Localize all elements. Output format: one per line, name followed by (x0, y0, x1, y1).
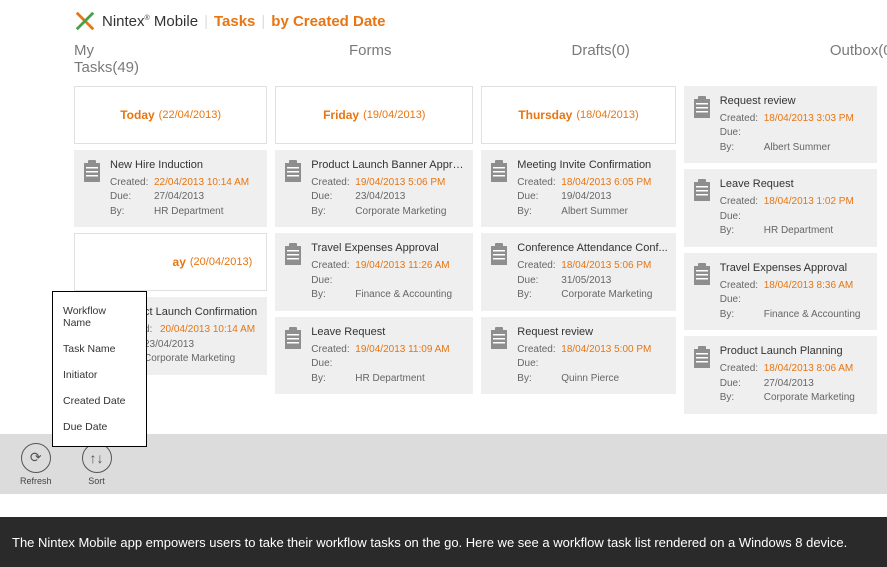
sort-button[interactable]: ↑↓ Sort (82, 443, 112, 486)
sort-option-task-name[interactable]: Task Name (53, 336, 146, 362)
breadcrumb-divider: | (204, 13, 208, 30)
task-title: New Hire Induction (110, 158, 259, 174)
task-column: Friday(19/04/2013) Product Launch Banner… (275, 86, 473, 414)
task-card[interactable]: Request review Created:18/04/2013 3:03 P… (684, 86, 877, 163)
caption-text: The Nintex Mobile app empowers users to … (12, 535, 847, 550)
tab-strip: My Tasks(49) Forms Drafts(0) Outbox(0) (0, 40, 887, 86)
header-bar: Nintex® Mobile | Tasks | by Created Date (0, 0, 887, 40)
task-title: Leave Request (311, 325, 465, 341)
task-card[interactable]: Request review Created:18/04/2013 5:00 P… (481, 317, 675, 394)
task-title: Request review (720, 94, 869, 110)
refresh-icon: ⟳ (21, 443, 51, 473)
task-title: Conference Attendance Conf... (517, 241, 667, 257)
breadcrumb-tasks[interactable]: Tasks (214, 13, 255, 30)
tab-my-tasks[interactable]: My Tasks(49) (74, 42, 139, 76)
nintex-logo-icon (74, 10, 96, 32)
day-header: Thursday(18/04/2013) (481, 86, 675, 144)
task-card[interactable]: Meeting Invite Confirmation Created:18/0… (481, 150, 675, 227)
clipboard-icon (690, 261, 714, 322)
day-header: ay(20/04/2013) (74, 233, 267, 291)
task-title: Leave Request (720, 177, 869, 193)
tab-forms[interactable]: Forms (349, 42, 392, 76)
task-title: Travel Expenses Approval (311, 241, 465, 257)
task-card[interactable]: New Hire Induction Created:22/04/2013 10… (74, 150, 267, 227)
clipboard-icon (80, 158, 104, 219)
sort-option-created-date[interactable]: Created Date (53, 388, 146, 414)
clipboard-icon (487, 241, 511, 302)
clipboard-icon (690, 94, 714, 155)
clipboard-icon (690, 177, 714, 238)
task-card[interactable]: Conference Attendance Conf... Created:18… (481, 233, 675, 310)
caption-bar: The Nintex Mobile app empowers users to … (0, 517, 887, 567)
sort-option-workflow-name[interactable]: Workflow Name (53, 298, 146, 336)
breadcrumb-divider: | (261, 13, 265, 30)
task-title: Request review (517, 325, 667, 341)
day-header: Today(22/04/2013) (74, 86, 267, 144)
day-header: Friday(19/04/2013) (275, 86, 473, 144)
task-card[interactable]: Leave Request Created:18/04/2013 1:02 PM… (684, 169, 877, 246)
task-column: Request review Created:18/04/2013 3:03 P… (684, 86, 877, 414)
sort-option-initiator[interactable]: Initiator (53, 362, 146, 388)
clipboard-icon (487, 158, 511, 219)
breadcrumb-sort: by Created Date (271, 13, 385, 30)
clipboard-icon (281, 325, 305, 386)
sort-menu: Workflow Name Task Name Initiator Create… (52, 291, 147, 447)
task-card[interactable]: Travel Expenses Approval Created:18/04/2… (684, 253, 877, 330)
task-card[interactable]: Leave Request Created:19/04/2013 11:09 A… (275, 317, 473, 394)
task-column: Thursday(18/04/2013) Meeting Invite Conf… (481, 86, 675, 414)
task-title: Meeting Invite Confirmation (517, 158, 667, 174)
clipboard-icon (281, 241, 305, 302)
task-title: Product Launch Banner Approval (311, 158, 465, 174)
refresh-button[interactable]: ⟳ Refresh (20, 443, 52, 486)
app-logo: Nintex® Mobile (74, 10, 198, 32)
task-title: Product Launch Planning (720, 344, 869, 360)
sort-icon: ↑↓ (82, 443, 112, 473)
sort-option-due-date[interactable]: Due Date (53, 414, 146, 440)
clipboard-icon (281, 158, 305, 219)
clipboard-icon (487, 325, 511, 386)
clipboard-icon (690, 344, 714, 405)
task-title: ct Launch Confirmation (144, 305, 259, 321)
app-name: Nintex® Mobile (102, 13, 198, 30)
task-title: Travel Expenses Approval (720, 261, 869, 277)
task-card[interactable]: Product Launch Planning Created:18/04/20… (684, 336, 877, 413)
tab-outbox[interactable]: Outbox(0) (830, 42, 887, 76)
task-card[interactable]: Travel Expenses Approval Created:19/04/2… (275, 233, 473, 310)
tab-drafts[interactable]: Drafts(0) (572, 42, 630, 76)
task-card[interactable]: Product Launch Banner Approval Created:1… (275, 150, 473, 227)
